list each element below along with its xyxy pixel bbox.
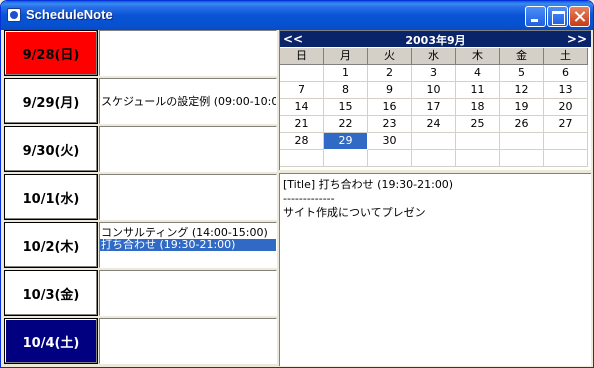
weekday-header: 日 [280,48,324,65]
weekday-header: 土 [544,48,588,65]
detail-line: [Title] 打ち合わせ (19:30-21:00) [283,178,454,191]
day-button[interactable]: 9/29(月) [4,78,98,124]
calendar-date-cell[interactable]: 14 [280,99,324,116]
schedule-list[interactable] [99,126,277,172]
day-button[interactable]: 10/1(水) [4,174,98,220]
calendar-date-cell[interactable] [412,150,456,167]
calendar-date-cell[interactable] [456,150,500,167]
schedule-list[interactable] [99,30,277,76]
calendar-date-cell[interactable]: 28 [280,133,324,150]
weekday-header: 金 [500,48,544,65]
client-area: 9/28(日) 9/29(月) スケジュールの設定例 (09:00-10:00) 9/… [4,30,591,366]
calendar-date-cell[interactable]: 23 [368,116,412,133]
schedule-list[interactable]: コンサルティング (14:00-15:00) 打ち合わせ (19:30-21:00… [99,222,277,268]
calendar-month-title: 2003年9月 [405,34,466,47]
schedule-item[interactable]: スケジュールの設定例 (09:00-10:00) [100,96,276,108]
close-button[interactable] [569,6,590,27]
calendar-date-cell[interactable]: 11 [456,82,500,99]
maximize-button[interactable] [547,6,568,27]
calendar-date-cell[interactable]: 12 [500,82,544,99]
calendar-date-cell[interactable]: 7 [280,82,324,99]
schedule-item[interactable]: 打ち合わせ (19:30-21:00) [100,239,276,251]
calendar-date-cell[interactable] [544,133,588,150]
calendar-date-cell[interactable]: 16 [368,99,412,116]
day-button[interactable]: 10/4(土) [4,318,98,364]
calendar-date-cell[interactable]: 3 [412,65,456,82]
weekday-header: 月 [324,48,368,65]
calendar-date-cell[interactable]: 24 [412,116,456,133]
minimize-button[interactable] [525,6,546,27]
calendar-date-cell[interactable]: 20 [544,99,588,116]
schedule-list[interactable] [99,270,277,316]
calendar-date-cell[interactable] [368,150,412,167]
schedulenote-window: ScheduleNote 9/28(日) 9/29(月) スケジュールの設定例 (0… [0,0,594,368]
calendar-date-cell[interactable]: 18 [456,99,500,116]
calendar-date-cell[interactable]: 5 [500,65,544,82]
weekday-header-row: 日月火水木金土 [280,48,590,65]
calendar-date-cell[interactable]: 27 [544,116,588,133]
calendar-date-cell[interactable]: 22 [324,116,368,133]
calendar-date-cell[interactable]: 1 [324,65,368,82]
schedule-list[interactable] [99,174,277,220]
calendar-date-cell[interactable]: 4 [456,65,500,82]
calendar-date-cell[interactable]: 10 [412,82,456,99]
day-button[interactable]: 9/28(日) [4,30,98,76]
calendar-date-cell[interactable]: 9 [368,82,412,99]
calendar-date-cell[interactable] [412,133,456,150]
detail-line: サイト作成についてプレゼン [283,206,426,219]
detail-line: ------------- [283,192,335,205]
title-bar[interactable]: ScheduleNote [1,1,593,30]
day-button[interactable]: 10/3(金) [4,270,98,316]
calendar-date-cell[interactable]: 25 [456,116,500,133]
schedule-list[interactable]: スケジュールの設定例 (09:00-10:00) [99,78,277,124]
calendar-date-cell[interactable]: 29 [324,133,368,150]
calendar-date-cell[interactable]: 26 [500,116,544,133]
calendar-date-cell[interactable]: 15 [324,99,368,116]
calendar-date-cell[interactable]: 21 [280,116,324,133]
calendar-date-cell[interactable]: 2 [368,65,412,82]
calendar-date-cell[interactable] [324,150,368,167]
calendar-date-cell[interactable] [456,133,500,150]
weekday-header: 水 [412,48,456,65]
calendar-date-cell[interactable]: 6 [544,65,588,82]
calendar-date-cell[interactable] [280,65,324,82]
calendar-date-cell[interactable] [544,150,588,167]
schedule-list[interactable] [99,318,277,364]
calendar-date-cell[interactable] [500,150,544,167]
calendar-date-cell[interactable]: 13 [544,82,588,99]
next-month-button[interactable]: >> [567,32,587,46]
weekday-header: 火 [368,48,412,65]
day-button[interactable]: 10/2(木) [4,222,98,268]
day-button[interactable]: 9/30(火) [4,126,98,172]
prev-month-button[interactable]: << [283,32,303,46]
calendar-date-cell[interactable] [280,150,324,167]
month-calendar: 2003年9月 << >> 日月火水木金土 1 2 3 4 5 6 7 8 9 10 11 12 13 1… [279,30,591,170]
weekday-header: 木 [456,48,500,65]
calendar-header: 2003年9月 << >> [280,31,591,47]
calendar-date-cell[interactable] [500,133,544,150]
window-title: ScheduleNote [26,7,113,22]
app-icon [7,8,21,22]
calendar-date-cell[interactable]: 19 [500,99,544,116]
calendar-date-cell[interactable]: 8 [324,82,368,99]
schedule-detail-pane[interactable]: [Title] 打ち合わせ (19:30-21:00) -------------… [279,173,591,366]
calendar-date-cell[interactable]: 30 [368,133,412,150]
calendar-date-cell[interactable]: 17 [412,99,456,116]
